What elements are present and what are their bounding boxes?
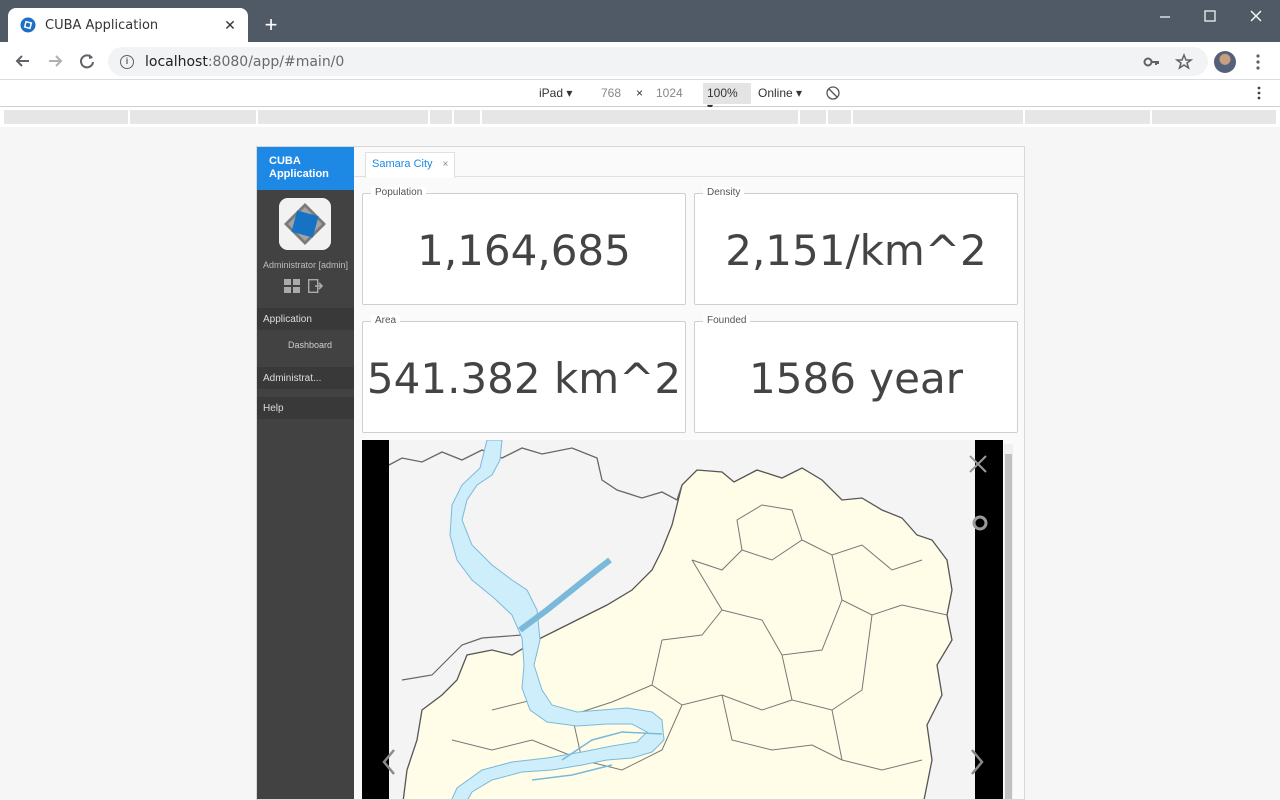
card-value: 541.382 km^2	[366, 354, 682, 403]
rotate-icon[interactable]	[825, 85, 841, 101]
browser-tab-title: CUBA Application	[45, 17, 159, 33]
founded-card: Founded 1586 year	[694, 315, 1018, 433]
url-text: localhost:8080/app/#main/0	[145, 53, 345, 70]
close-window-icon[interactable]	[1245, 6, 1267, 28]
browser-tab[interactable]: CUBA Application ✕	[8, 8, 248, 42]
tab-label: Samara City	[372, 158, 433, 170]
dimension-separator: ×	[636, 86, 644, 100]
devtools-more-icon[interactable]	[1252, 85, 1266, 101]
samara-map	[362, 440, 1003, 799]
main-area: Samara City × Population 1,164,685 Densi…	[354, 147, 1024, 799]
menu-help[interactable]: Help	[257, 397, 354, 419]
screen-tabs: Samara City ×	[354, 147, 1024, 178]
forward-arrow-icon[interactable]	[44, 50, 66, 72]
address-bar[interactable]: i localhost:8080/app/#main/0	[108, 47, 1208, 76]
card-caption: Founded	[703, 315, 751, 326]
key-icon[interactable]	[1142, 52, 1162, 72]
area-card: Area 541.382 km^2	[362, 315, 686, 433]
reload-icon[interactable]	[76, 50, 98, 72]
profile-avatar[interactable]	[1214, 51, 1236, 73]
population-card: Population 1,164,685	[362, 187, 686, 305]
site-info-icon[interactable]: i	[120, 54, 134, 69]
network-select[interactable]: Online ▾	[758, 86, 802, 100]
menu-item-dashboard[interactable]: Dashboard	[257, 334, 354, 358]
card-value: 1586 year	[749, 354, 963, 403]
browser-menu-icon[interactable]	[1250, 52, 1266, 72]
card-caption: Population	[371, 187, 427, 198]
device-select[interactable]: iPad ▾	[539, 86, 572, 100]
map-scrollbar[interactable]	[1004, 444, 1013, 799]
bookmark-star-icon[interactable]	[1174, 52, 1194, 72]
close-tab-icon[interactable]: ✕	[220, 15, 240, 35]
maximize-window-icon[interactable]	[1199, 6, 1221, 28]
zoom-select[interactable]: 100% ▾	[703, 83, 751, 114]
new-tab-button[interactable]: +	[260, 14, 282, 37]
logout-icon[interactable]	[308, 279, 324, 293]
app-brand: CUBA Application	[257, 147, 354, 190]
minimize-window-icon[interactable]	[1154, 6, 1176, 28]
app-viewport: CUBA Application Administrator [admin] A…	[256, 146, 1025, 800]
menu-application[interactable]: Application	[257, 308, 354, 330]
browser-titlebar: CUBA Application ✕ +	[0, 0, 1280, 42]
back-arrow-icon[interactable]	[12, 50, 34, 72]
cuba-logo-icon	[279, 198, 331, 250]
side-menu: CUBA Application Administrator [admin] A…	[257, 147, 354, 799]
device-height[interactable]: 1024	[656, 86, 683, 100]
map-image-viewer[interactable]	[362, 440, 1003, 799]
user-name: Administrator [admin]	[262, 260, 349, 270]
density-card: Density 2,151/km^2	[694, 187, 1018, 305]
tab-samara-city[interactable]: Samara City ×	[365, 152, 456, 178]
card-caption: Area	[371, 315, 401, 326]
browser-toolbar: i localhost:8080/app/#main/0	[0, 42, 1280, 80]
cuba-favicon-icon	[20, 17, 36, 33]
menu-administration[interactable]: Administrat...	[257, 367, 354, 389]
device-width[interactable]: 768	[601, 86, 621, 100]
card-caption: Density	[703, 187, 745, 198]
new-window-icon[interactable]	[284, 279, 300, 293]
card-value: 2,151/km^2	[725, 226, 987, 275]
card-value: 1,164,685	[417, 226, 631, 275]
device-toolbar: iPad ▾ 768 × 1024 100% ▾ Online ▾	[0, 80, 1280, 114]
close-icon[interactable]: ×	[443, 159, 449, 170]
media-query-ruler	[0, 107, 1280, 127]
